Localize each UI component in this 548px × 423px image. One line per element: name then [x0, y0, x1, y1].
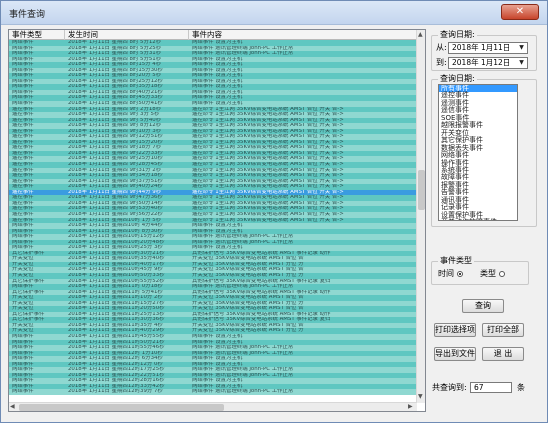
sort-time-radio[interactable]: [456, 270, 463, 277]
grid-header: 事件类型 发生时间 事件内容: [9, 30, 417, 40]
vertical-scrollbar[interactable]: ▲ ▼: [416, 30, 425, 403]
sort-type-radio[interactable]: [498, 270, 505, 277]
scroll-left-icon[interactable]: ◀: [10, 403, 15, 411]
cell-content: 网络事件 通讯管理终端 John-PC 工作正常: [192, 389, 294, 395]
export-button[interactable]: 导出到文件: [434, 347, 476, 361]
sort-time-label: 时间: [438, 269, 454, 278]
sort-time-option[interactable]: 时间: [438, 268, 463, 280]
sort-type-option-label: 类型: [480, 269, 496, 278]
from-date-value: 2018年 1月11日: [452, 43, 511, 52]
exit-button[interactable]: 退 出: [482, 347, 524, 361]
column-header-time[interactable]: 发生时间: [65, 30, 189, 40]
scroll-down-icon[interactable]: ▼: [418, 393, 423, 401]
table-row[interactable]: 网络事件 2018年 1月11日 星期四12时39分 7秒 网络事件 通讯管理终端 …: [9, 389, 417, 395]
column-header-type[interactable]: 事件类型: [9, 30, 65, 40]
to-dropdown-icon[interactable]: ▼: [517, 59, 526, 67]
from-dropdown-icon[interactable]: ▼: [517, 44, 526, 52]
close-button[interactable]: ✕: [501, 4, 539, 20]
client-area: 事件类型 发生时间 事件内容 网络事件 2018年 1月11日 星期四 8时 5分…: [6, 27, 542, 417]
sort-type-option[interactable]: 类型: [480, 268, 505, 280]
to-label: 到:: [436, 58, 447, 67]
to-date-picker[interactable]: 2018年 1月12日 ▼: [448, 57, 528, 69]
window-title: 事件查询: [9, 10, 46, 20]
query-date-label: 查询日期:: [438, 30, 477, 40]
count-unit: 条: [517, 383, 525, 392]
scroll-up-icon[interactable]: ▲: [418, 31, 423, 39]
title-bar: 事件查询 ✕: [1, 1, 547, 25]
print-selected-button[interactable]: 打印选择项: [434, 323, 476, 337]
to-date-value: 2018年 1月12日: [452, 58, 511, 67]
column-header-content[interactable]: 事件内容: [189, 30, 417, 40]
sort-type-label: 事件类型: [438, 256, 474, 266]
cell-type: 网络事件: [12, 389, 34, 395]
grid-rows: 网络事件 2018年 1月11日 星期四 8时 5分12秒 网络事件 设置为主机 网络…: [9, 40, 417, 403]
print-all-button[interactable]: 打印全部: [482, 323, 524, 337]
event-type-listbox[interactable]: 所有事件 遥控事件 遥测事件 遥信事件 SOE事件 越限报警事件 开关变位 其它保护事件 数据丢…: [438, 84, 518, 221]
from-label: 从:: [436, 43, 447, 52]
count-field: 67: [470, 382, 512, 393]
scroll-right-icon[interactable]: ▶: [408, 403, 413, 411]
cell-time: 2018年 1月11日 星期四12时39分 7秒: [68, 389, 163, 395]
vertical-scroll-thumb[interactable]: [418, 170, 425, 210]
list-item[interactable]: 开关动作故障事件: [439, 218, 517, 220]
horizontal-scroll-thumb[interactable]: [19, 404, 224, 411]
event-type-label: 查询日期:: [438, 74, 477, 84]
from-date-picker[interactable]: 2018年 1月11日 ▼: [448, 42, 528, 54]
query-button[interactable]: 查询: [462, 299, 504, 313]
horizontal-scrollbar[interactable]: ◀ ▶: [9, 402, 417, 411]
event-query-window: 事件查询 ✕ 事件类型 发生时间 事件内容 网络事件 2018年 1月11日 星期…: [0, 0, 548, 423]
event-grid[interactable]: 事件类型 发生时间 事件内容 网络事件 2018年 1月11日 星期四 8时 5分…: [8, 29, 426, 412]
count-label: 共查询到:: [432, 383, 467, 392]
